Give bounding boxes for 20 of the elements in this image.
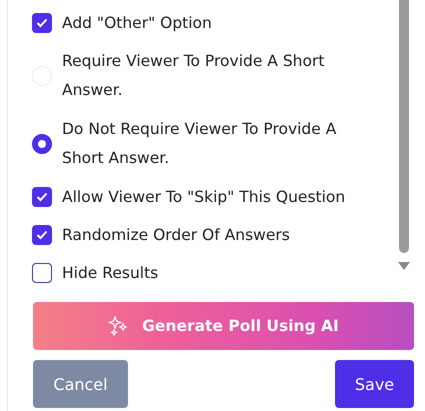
option-label: Require Viewer To Provide A Short Answer. <box>62 51 326 101</box>
checkbox[interactable] <box>32 13 52 33</box>
check-icon <box>36 230 48 240</box>
option-label: Randomize Order Of Answers <box>62 224 290 246</box>
checkbox[interactable] <box>32 263 52 283</box>
radio-button[interactable] <box>32 134 52 154</box>
option-label: Add "Other" Option <box>62 12 212 34</box>
cancel-button[interactable]: Cancel <box>33 360 128 408</box>
sparkle-icon <box>108 316 128 336</box>
checkbox[interactable] <box>32 187 52 207</box>
option-label: Do Not Require Viewer To Provide A Short Answer. <box>62 119 338 169</box>
check-icon <box>36 18 48 28</box>
check-icon <box>36 192 48 202</box>
option-label: Allow Viewer To "Skip" This Question <box>62 186 346 208</box>
checkbox[interactable] <box>32 225 52 245</box>
scrollbar-thumb[interactable] <box>399 0 409 253</box>
option-label: Hide Results <box>62 262 158 284</box>
generate-ai-button[interactable]: Generate Poll Using AI <box>33 302 414 350</box>
scroll-down-icon[interactable] <box>398 262 410 270</box>
save-button[interactable]: Save <box>335 360 414 408</box>
